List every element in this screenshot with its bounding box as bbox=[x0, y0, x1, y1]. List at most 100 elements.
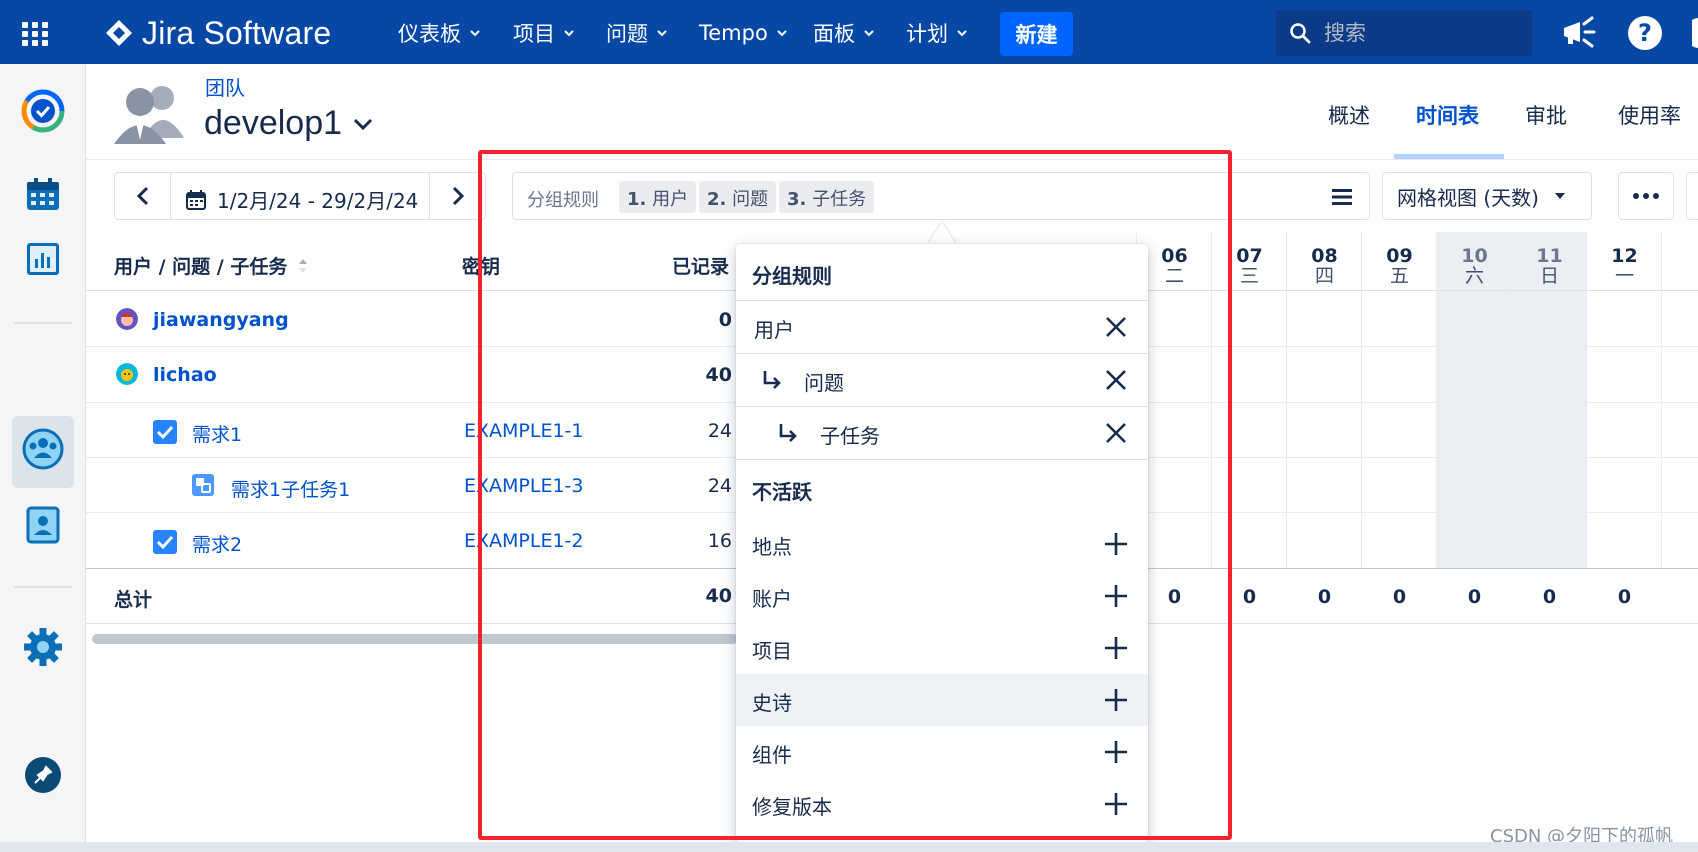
user-avatar bbox=[116, 308, 138, 330]
chevron-down-icon bbox=[864, 30, 874, 37]
day-header[interactable]: 10 六 bbox=[1437, 246, 1512, 286]
column-header-name-label: 用户 / 问题 / 子任务 bbox=[114, 256, 288, 278]
day-weekday: 六 bbox=[1464, 265, 1484, 287]
day-date: 11 bbox=[1536, 245, 1563, 267]
tab-approvals[interactable]: 审批 bbox=[1525, 100, 1567, 130]
profile-icon[interactable] bbox=[1686, 16, 1698, 50]
sidebar-divider bbox=[14, 586, 72, 588]
day-header[interactable]: 11 日 bbox=[1512, 246, 1587, 286]
app-switcher-icon[interactable] bbox=[22, 22, 48, 46]
day-weekday: 一 bbox=[1614, 265, 1634, 287]
day-total: 0 bbox=[1392, 586, 1407, 608]
day-column-partial bbox=[1661, 232, 1698, 568]
story-type-icon bbox=[153, 420, 177, 444]
calendar-icon[interactable] bbox=[20, 172, 66, 218]
day-column: 12 一 0 bbox=[1586, 232, 1662, 608]
day-total: 0 bbox=[1467, 586, 1482, 608]
day-date: 07 bbox=[1236, 245, 1263, 267]
chevron-left-icon bbox=[136, 186, 148, 206]
chevron-down-icon bbox=[353, 118, 373, 130]
day-total: 0 bbox=[1617, 586, 1632, 608]
nav-issues[interactable]: 问题 bbox=[606, 18, 668, 48]
settings-icon[interactable] bbox=[20, 624, 66, 670]
sort-icon bbox=[299, 258, 308, 273]
jira-logo[interactable]: Jira Software bbox=[104, 14, 332, 51]
user-link[interactable]: jiawangyang bbox=[153, 309, 289, 331]
date-range-picker[interactable]: 1/2月/24 - 29/2月/24 bbox=[185, 185, 418, 214]
chevron-down-icon bbox=[564, 30, 574, 37]
create-button[interactable]: 新建 bbox=[1000, 12, 1073, 56]
day-weekday: 日 bbox=[1539, 265, 1559, 287]
date-navigator: 1/2月/24 - 29/2月/24 bbox=[114, 172, 486, 220]
team-label[interactable]: 团队 bbox=[205, 72, 245, 101]
team-name: develop1 bbox=[204, 104, 343, 142]
view-select[interactable]: 网格视图 (天数) bbox=[1382, 172, 1592, 220]
team-icon[interactable] bbox=[20, 426, 66, 472]
top-navigation-bar: Jira Software 仪表板 项目 问题 Tempo 面板 计划 新建 ? bbox=[0, 0, 1698, 64]
day-header[interactable]: 08 四 bbox=[1287, 246, 1362, 286]
tab-overview[interactable]: 概述 bbox=[1328, 100, 1370, 130]
date-range-text: 1/2月/24 - 29/2月/24 bbox=[217, 189, 419, 213]
bottom-strip bbox=[0, 842, 1698, 852]
team-selector[interactable]: develop1 bbox=[204, 104, 374, 143]
day-column: 09 五 0 bbox=[1361, 232, 1437, 608]
day-column-weekend: 11 日 0 bbox=[1511, 232, 1587, 608]
nav-plans[interactable]: 计划 bbox=[906, 18, 968, 48]
calendar-icon bbox=[186, 189, 206, 210]
subtask-link[interactable]: 需求1子任务1 bbox=[231, 475, 350, 502]
megaphone-icon[interactable] bbox=[1560, 14, 1598, 50]
day-total: 0 bbox=[1317, 586, 1332, 608]
previous-period-button[interactable] bbox=[115, 173, 171, 219]
nav-dashboards-label: 仪表板 bbox=[398, 22, 461, 46]
day-date: 08 bbox=[1311, 245, 1338, 267]
issue-link[interactable]: 需求1 bbox=[192, 420, 242, 447]
help-icon[interactable]: ? bbox=[1628, 16, 1662, 50]
column-header-name[interactable]: 用户 / 问题 / 子任务 bbox=[114, 252, 309, 279]
user-avatar bbox=[116, 363, 138, 385]
day-weekday: 四 bbox=[1314, 265, 1334, 287]
nav-projects[interactable]: 项目 bbox=[513, 18, 575, 48]
nav-dashboards[interactable]: 仪表板 bbox=[398, 18, 481, 48]
day-header[interactable]: 09 五 bbox=[1362, 246, 1437, 286]
menu-icon[interactable] bbox=[1331, 187, 1353, 207]
next-period-button[interactable] bbox=[429, 173, 485, 219]
tempo-logo-icon[interactable] bbox=[20, 88, 66, 134]
subtask-type-icon bbox=[192, 474, 214, 496]
nav-tempo-label: Tempo bbox=[699, 21, 768, 45]
logo-text: Jira Software bbox=[142, 14, 332, 51]
chevron-down-icon bbox=[777, 30, 787, 37]
day-column: 08 四 0 bbox=[1286, 232, 1362, 608]
search-box[interactable] bbox=[1276, 10, 1532, 56]
day-date: 09 bbox=[1386, 245, 1413, 267]
tab-timesheet[interactable]: 时间表 bbox=[1416, 100, 1479, 130]
user-card-icon[interactable] bbox=[20, 502, 66, 548]
annotation-highlight-box bbox=[478, 150, 1232, 840]
nav-plans-label: 计划 bbox=[906, 22, 948, 46]
chevron-down-icon bbox=[470, 30, 480, 37]
chevron-right-icon bbox=[452, 186, 464, 206]
chevron-down-icon bbox=[957, 30, 967, 37]
sidebar-divider bbox=[14, 322, 72, 324]
pin-icon[interactable] bbox=[20, 752, 66, 798]
day-total: 0 bbox=[1542, 586, 1557, 608]
nav-issues-label: 问题 bbox=[606, 22, 648, 46]
nav-boards-label: 面板 bbox=[813, 22, 855, 46]
team-avatar-icon bbox=[114, 86, 184, 144]
day-weekday: 五 bbox=[1389, 265, 1409, 287]
nav-boards[interactable]: 面板 bbox=[813, 18, 875, 48]
reports-icon[interactable] bbox=[20, 236, 66, 282]
total-label: 总计 bbox=[114, 589, 153, 611]
tab-utilization[interactable]: 使用率 bbox=[1618, 100, 1681, 130]
left-sidebar bbox=[0, 64, 86, 852]
nav-projects-label: 项目 bbox=[513, 22, 555, 46]
day-header[interactable]: 12 一 bbox=[1587, 246, 1662, 286]
issue-link[interactable]: 需求2 bbox=[192, 530, 242, 557]
caret-down-icon bbox=[1555, 193, 1565, 199]
search-input[interactable] bbox=[1324, 21, 1514, 45]
more-actions-button[interactable] bbox=[1618, 172, 1674, 220]
nav-tempo[interactable]: Tempo bbox=[699, 18, 788, 48]
toolbar-button[interactable] bbox=[1686, 172, 1698, 220]
day-column-weekend: 10 六 0 bbox=[1436, 232, 1512, 608]
user-link[interactable]: lichao bbox=[153, 364, 217, 386]
more-icon bbox=[1633, 193, 1659, 199]
